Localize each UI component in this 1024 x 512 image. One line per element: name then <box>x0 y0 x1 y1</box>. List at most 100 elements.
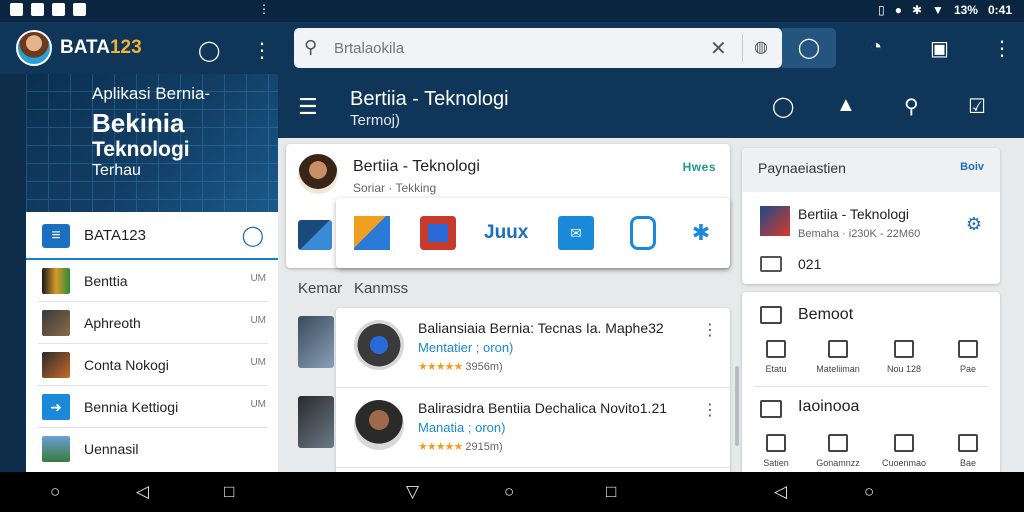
section-title: Iaoinooa <box>798 398 860 415</box>
tile-icon <box>828 340 848 358</box>
app-icon-gallery[interactable] <box>420 216 456 250</box>
hero-line-1: Aplikasi Bernia- <box>92 84 211 103</box>
alert-icon[interactable]: ▣ <box>930 36 949 61</box>
drawer-item-meta: UM <box>250 273 266 284</box>
tile-icon <box>894 340 914 358</box>
app-icon-storage[interactable] <box>630 216 656 250</box>
user-icon[interactable]: ◯ <box>772 94 794 119</box>
notification-icon <box>31 3 44 16</box>
app-icon <box>760 206 790 236</box>
drawer-item[interactable]: ➜ Bennia Kettiogi UM <box>38 386 268 428</box>
drawer-title: BATA123 <box>84 227 146 244</box>
folder-icon <box>298 220 332 250</box>
timer-icon[interactable]: ◔ <box>870 36 882 59</box>
mic-icon[interactable]: ◍ <box>754 37 768 57</box>
list-item-subtitle: Manatia ; oron) <box>418 420 506 435</box>
down-icon[interactable]: ▽ <box>406 482 419 502</box>
app-avatar <box>354 320 404 370</box>
more-vert-icon[interactable]: ⋮ <box>702 320 718 340</box>
app-list: Baliansiaia Bernia: Tecnas Ia. Maphe32 M… <box>336 308 730 472</box>
rating-count: 2915m) <box>465 441 503 453</box>
close-icon[interactable]: ✕ <box>710 36 727 61</box>
card-meta: Bemaha · i230K - 22M60 <box>798 228 921 240</box>
thumbnail[interactable] <box>298 396 334 448</box>
card-header-action[interactable]: Boiv <box>960 161 984 173</box>
card-header: Paynaeiastien Boiv <box>742 148 1000 192</box>
tile[interactable]: Bae <box>938 434 998 468</box>
back-icon[interactable]: ◁ <box>774 482 787 502</box>
tile[interactable]: Satien <box>746 434 806 468</box>
card-header-title: Paynaeiastien <box>758 160 846 176</box>
more-vert-icon[interactable]: ⋮ <box>992 36 1012 61</box>
recents-icon[interactable]: □ <box>606 482 616 502</box>
star-rating: ★★★★★ <box>418 361 463 373</box>
tile[interactable]: Cuoenmao <box>874 434 934 468</box>
menu-icon[interactable]: ☰ <box>298 94 318 120</box>
avatar[interactable] <box>16 30 52 66</box>
share-icon: ➜ <box>42 394 70 420</box>
tile[interactable]: Nou 128 <box>874 340 934 374</box>
drawer-item-label: Aphreoth <box>84 315 141 331</box>
section-title: Bemoot <box>798 306 854 323</box>
drawer-item[interactable]: Conta Nokogi UM <box>38 344 268 386</box>
bell-icon[interactable]: ⚙ <box>966 214 982 235</box>
tile[interactable]: Pae <box>938 340 998 374</box>
scrollbar[interactable] <box>735 366 739 446</box>
tile[interactable]: Gonamnzz <box>808 434 868 468</box>
hero-line-3: Teknologi <box>92 138 190 161</box>
list-item-rating: ★★★★★ 2915m) <box>418 440 503 453</box>
navigation-drawer: ≡ BATA123 ◯ Benttia UM Aphreoth UM Conta… <box>26 212 278 472</box>
list-item[interactable]: Baliansiaia Bernia: Tecnas Ia. Maphe32 M… <box>336 308 730 388</box>
app-icon-mail[interactable]: ✉ <box>558 216 594 250</box>
user-icon[interactable]: ◯ <box>782 28 836 68</box>
tile[interactable]: Mateliiman <box>808 340 868 374</box>
drawer-item-meta: UM <box>250 399 266 410</box>
list-item[interactable]: Balirasidra Bentiia Dechalica Novito1.21… <box>336 388 730 468</box>
app-icon-flight[interactable] <box>354 216 390 250</box>
divider <box>742 34 743 62</box>
rating-count: 3956m) <box>465 361 503 373</box>
user-icon[interactable]: ◯ <box>198 38 220 63</box>
check-box-icon[interactable]: ☑ <box>968 94 986 119</box>
drawer-item-label: Conta Nokogi <box>84 357 169 373</box>
notification-icon <box>10 3 23 16</box>
share-popup: Juux ✉ ✱ <box>336 198 730 268</box>
item-thumbnail <box>42 436 70 462</box>
drawer-item-label: Bennia Kettiogi <box>84 399 179 415</box>
brand-logo: BATA123 <box>60 37 142 58</box>
page-subtitle: Termoj) <box>350 112 401 129</box>
recents-icon[interactable]: □ <box>224 482 234 502</box>
drawer-item-meta: UM <box>250 357 266 368</box>
divider <box>754 386 988 387</box>
home-icon[interactable]: ○ <box>864 482 874 502</box>
drawer-item-label: Uennasil <box>84 441 139 457</box>
menu-icon[interactable]: ≡ <box>42 224 70 248</box>
status-badge: Hwes <box>682 160 716 174</box>
tile-icon <box>958 340 978 358</box>
tools-card: Bemoot Etatu Mateliiman Nou 128 Pae Iaoi… <box>742 292 1000 472</box>
system-nav-bar: ○ ◁ □ ▽ ○ □ ◁ ○ <box>0 472 1024 512</box>
more-vert-icon[interactable]: ⋮ <box>252 38 272 63</box>
tile-icon <box>958 434 978 452</box>
drawer-item[interactable]: Benttia UM <box>38 260 268 302</box>
home-icon[interactable]: ○ <box>50 482 60 502</box>
more-vert-icon[interactable]: ⋮ <box>702 400 718 420</box>
search-icon[interactable]: ⚲ <box>904 94 919 119</box>
drawer-item[interactable]: Aphreoth UM <box>38 302 268 344</box>
page-title: Bertiia - Teknologi <box>350 88 509 110</box>
tile[interactable]: Etatu <box>746 340 806 374</box>
drawer-item-meta: UM <box>250 315 266 326</box>
search-input[interactable] <box>334 37 694 59</box>
filter-icon[interactable]: ▲ <box>836 94 856 117</box>
back-icon[interactable]: ◁ <box>136 482 149 502</box>
user-icon[interactable]: ◯ <box>242 223 264 248</box>
content-area: Bertiia - Teknologi Soriar · Tekking Hwe… <box>278 138 1024 472</box>
app-icon-bluetooth[interactable]: ✱ <box>690 216 712 250</box>
drawer-item[interactable]: Uennasil <box>38 428 268 470</box>
list-item-title: Baliansiaia Bernia: Tecnas Ia. Maphe32 <box>418 320 664 336</box>
search-icon: ⚲ <box>304 37 318 57</box>
hero-line-4: Terhau <box>92 162 141 179</box>
home-icon[interactable]: ○ <box>504 482 514 502</box>
thumbnail[interactable] <box>298 316 334 368</box>
app-icon-text[interactable]: Juux <box>484 222 528 244</box>
